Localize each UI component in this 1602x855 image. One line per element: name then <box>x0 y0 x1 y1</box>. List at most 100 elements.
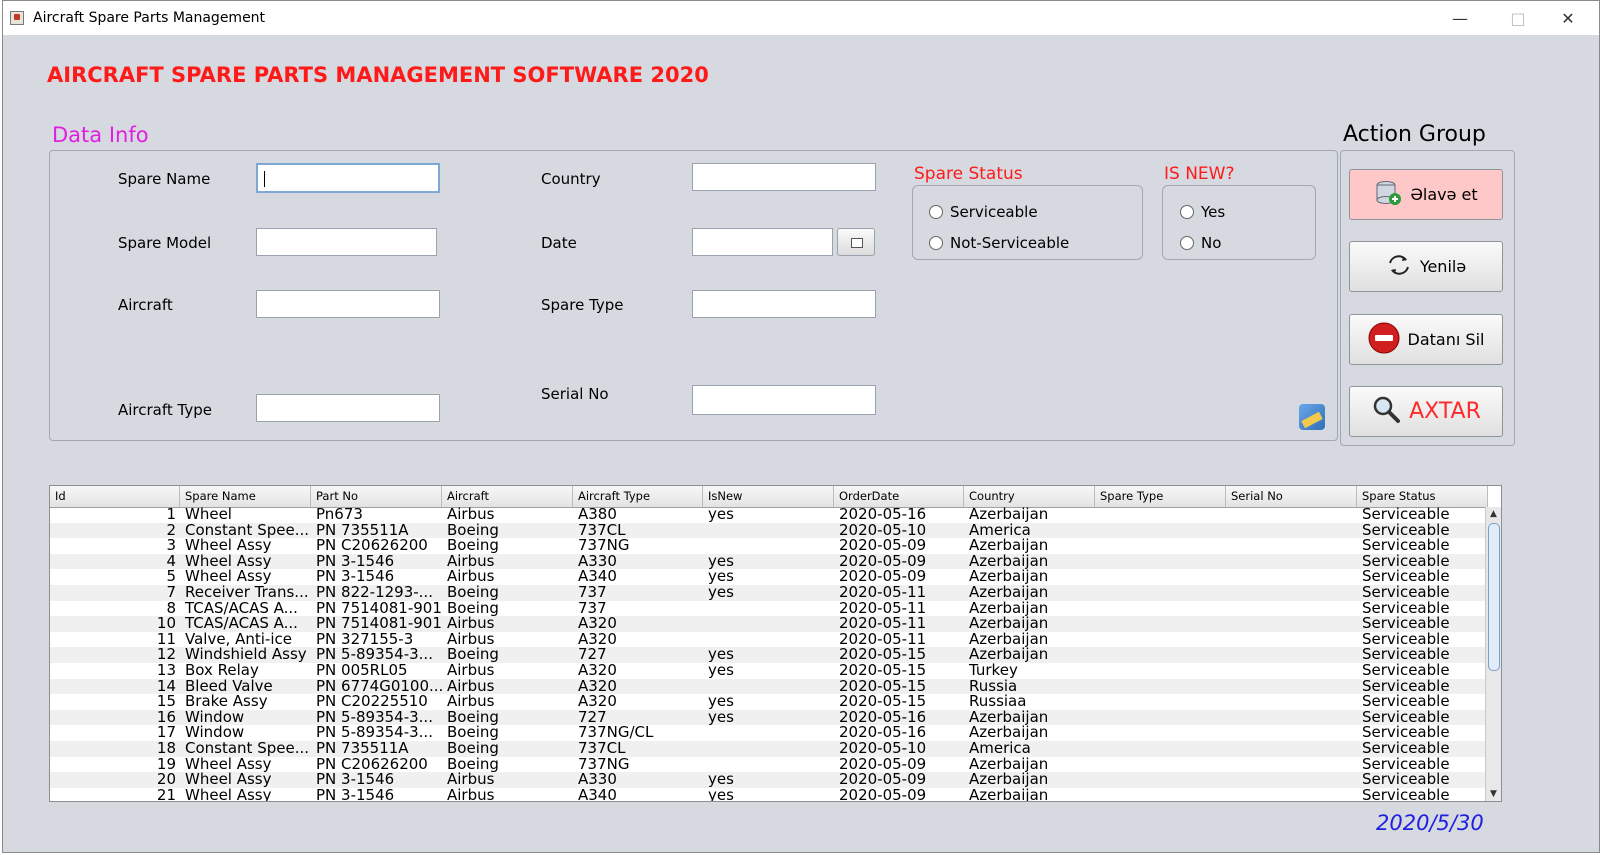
radio-button-icon <box>1180 205 1194 219</box>
cell-id: 11 <box>156 631 176 648</box>
scroll-up-icon[interactable]: ▲ <box>1486 507 1501 521</box>
cell-country: Russia <box>969 678 1018 695</box>
cell-spare-name: Windshield Assy <box>185 647 307 663</box>
table-row[interactable]: 20 Wheel Assy PN 3-1546 Airbus A330 yes 2020-0… <box>50 772 1488 788</box>
table-row[interactable]: 13 Box Relay PN 005RL05 Airbus A320 yes 2020-0… <box>50 663 1488 679</box>
scroll-thumb[interactable] <box>1488 523 1500 671</box>
table-row[interactable]: 14 Bleed Valve PN 6774G0100... Airbus A320 20… <box>50 678 1488 695</box>
cell-spare-type <box>1095 725 1226 741</box>
cell-country: America <box>969 522 1031 539</box>
table-row[interactable]: 12 Windshield Assy PN 5-89354-3... Boeing 72… <box>50 647 1488 663</box>
cell-aircraft-type: 737NG <box>578 538 630 554</box>
cell-order-date: 2020-05-09 <box>839 787 927 802</box>
cell-serial-no <box>1226 632 1357 648</box>
table-header: Id Spare Name Part No Aircraft Aircraft Type… <box>50 486 1488 508</box>
cell-aircraft: Airbus <box>447 787 495 802</box>
close-icon[interactable]: ✕ <box>1545 1 1591 35</box>
column-header-spare-status[interactable]: Spare Status <box>1357 486 1488 507</box>
table-row[interactable]: 5 Wheel Assy PN 3-1546 Airbus A340 yes 2020-05… <box>50 569 1488 585</box>
cell-spare-status: Serviceable <box>1362 647 1450 663</box>
cell-part-no: PN 7514081-901 <box>316 616 442 632</box>
table-row[interactable]: 3 Wheel Assy PN C20626200 Boeing 737NG 2020-0… <box>50 538 1488 554</box>
table-row[interactable]: 11 Valve, Anti-ice PN 327155-3 Airbus A320 20… <box>50 632 1488 648</box>
cell-aircraft: Airbus <box>447 631 495 648</box>
minimize-icon[interactable]: — <box>1437 1 1483 35</box>
delete-button[interactable]: Datanı Sil <box>1349 314 1503 365</box>
refresh-button-label: Yenilə <box>1419 257 1467 276</box>
maximize-icon[interactable]: □ <box>1495 1 1541 35</box>
table-row[interactable]: 19 Wheel Assy PN C20626200 Boeing 737NG 2020-… <box>50 757 1488 773</box>
table-row[interactable]: 15 Brake Assy PN C20225510 Airbus A320 yes 202… <box>50 694 1488 710</box>
cell-is-new <box>703 757 834 773</box>
cell-is-new <box>703 523 834 539</box>
search-button[interactable]: AXTAR <box>1349 386 1503 437</box>
cell-serial-no <box>1226 538 1357 554</box>
vertical-scrollbar[interactable]: ▲ ▼ <box>1485 507 1501 801</box>
cell-spare-status: Serviceable <box>1362 740 1450 757</box>
table-row[interactable]: 1 Wheel Pn673 Airbus A380 yes 2020-05-16 Azerba… <box>50 507 1488 523</box>
cell-spare-name: Bleed Valve <box>185 678 273 695</box>
cell-aircraft-type: A340 <box>578 787 617 802</box>
add-button[interactable]: Əlavə et <box>1349 169 1503 220</box>
table-row[interactable]: 21 Wheel Assy PN 3-1546 Airbus A340 yes 2020-0… <box>50 787 1488 802</box>
column-header-serial-no[interactable]: Serial No <box>1226 486 1357 507</box>
column-header-is-new[interactable]: IsNew <box>703 486 834 507</box>
scroll-down-icon[interactable]: ▼ <box>1486 787 1501 801</box>
cell-spare-name: Receiver Trans... <box>185 584 309 601</box>
table-row[interactable]: 16 Window PN 5-89354-3... Boeing 727 yes 2020-… <box>50 709 1488 726</box>
country-input[interactable] <box>692 163 876 191</box>
cell-country: Azerbaijan <box>969 600 1049 617</box>
clear-form-icon[interactable] <box>1299 404 1325 430</box>
table-row[interactable]: 4 Wheel Assy PN 3-1546 Airbus A330 yes 2020-05… <box>50 553 1488 570</box>
date-input[interactable] <box>692 228 833 256</box>
cell-spare-name: Wheel Assy <box>185 553 272 570</box>
column-header-part-no[interactable]: Part No <box>311 486 442 507</box>
calendar-picker-icon[interactable] <box>837 228 875 256</box>
spare-name-input[interactable] <box>256 163 440 193</box>
cell-part-no: PN 3-1546 <box>316 772 395 788</box>
table-row[interactable]: 17 Window PN 5-89354-3... Boeing 737NG/CL 202… <box>50 725 1488 741</box>
is-new-yes-radio[interactable]: Yes <box>1180 203 1225 221</box>
cell-aircraft: Boeing <box>447 740 499 757</box>
column-header-id[interactable]: Id <box>50 486 180 507</box>
cell-aircraft-type: 737 <box>578 600 607 617</box>
column-header-country[interactable]: Country <box>964 486 1095 507</box>
cell-id: 2 <box>166 522 176 539</box>
cell-spare-status: Serviceable <box>1362 631 1450 648</box>
cell-spare-name: Window <box>185 725 245 741</box>
cell-serial-no <box>1226 757 1357 773</box>
spare-model-input[interactable] <box>256 228 437 256</box>
not-serviceable-radio[interactable]: Not-Serviceable <box>929 234 1069 252</box>
table-row[interactable]: 2 Constant Spee... PN 735511A Boeing 737CL 20… <box>50 522 1488 539</box>
cell-spare-status: Serviceable <box>1362 569 1450 585</box>
cell-id: 15 <box>156 694 176 710</box>
spare-type-input[interactable] <box>692 290 876 318</box>
is-new-no-radio[interactable]: No <box>1180 234 1221 252</box>
column-header-order-date[interactable]: OrderDate <box>834 486 964 507</box>
serial-no-input[interactable] <box>692 385 876 415</box>
serviceable-radio[interactable]: Serviceable <box>929 203 1038 221</box>
cell-country: Azerbaijan <box>969 725 1049 741</box>
table-row[interactable]: 10 TCAS/ACAS A... PN 7514081-901 Airbus A320… <box>50 616 1488 632</box>
aircraft-input[interactable] <box>256 290 440 318</box>
cell-id: 4 <box>166 553 176 570</box>
aircraft-type-input[interactable] <box>256 394 440 422</box>
table-row[interactable]: 18 Constant Spee... PN 735511A Boeing 737CL 2… <box>50 740 1488 757</box>
country-label: Country <box>541 170 601 188</box>
cell-aircraft-type: 737 <box>578 584 607 601</box>
cell-id: 12 <box>156 647 176 663</box>
cell-part-no: PN 735511A <box>316 522 409 539</box>
cell-aircraft: Airbus <box>447 662 495 679</box>
yes-label: Yes <box>1201 203 1226 221</box>
column-header-spare-type[interactable]: Spare Type <box>1095 486 1226 507</box>
cell-country: America <box>969 740 1031 757</box>
search-button-label: AXTAR <box>1409 399 1481 424</box>
refresh-button[interactable]: Yenilə <box>1349 241 1503 292</box>
column-header-aircraft[interactable]: Aircraft <box>442 486 573 507</box>
column-header-spare-name[interactable]: Spare Name <box>180 486 311 507</box>
table-row[interactable]: 7 Receiver Trans... PN 822-1293-... Boeing 7… <box>50 584 1488 601</box>
table-row[interactable]: 8 TCAS/ACAS A... PN 7514081-901 Boeing 737 20… <box>50 601 1488 617</box>
column-header-aircraft-type[interactable]: Aircraft Type <box>573 486 703 507</box>
cell-spare-name: Wheel Assy <box>185 538 272 554</box>
cell-aircraft: Airbus <box>447 616 495 632</box>
